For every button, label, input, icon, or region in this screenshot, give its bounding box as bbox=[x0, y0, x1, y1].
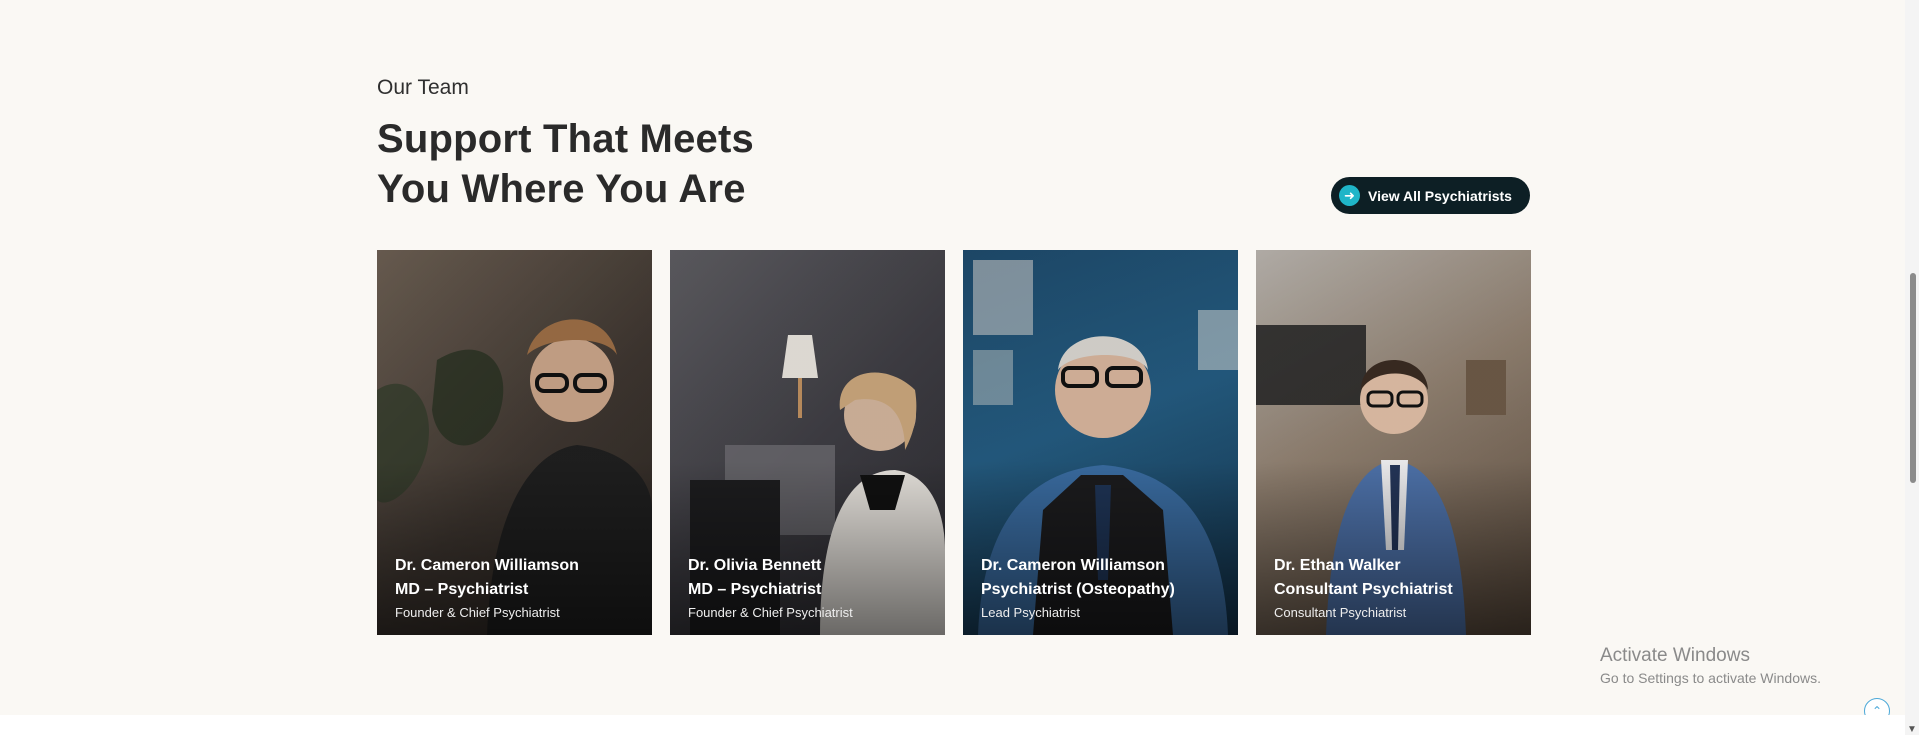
heading-line-1: Support That Meets bbox=[377, 117, 754, 161]
card-caption: Dr. Ethan Walker Consultant Psychiatrist… bbox=[1274, 554, 1453, 624]
team-section: Our Team Support That Meets You Where Yo… bbox=[377, 0, 1531, 715]
scrollbar-thumb[interactable] bbox=[1910, 273, 1916, 483]
team-cards: Dr. Cameron Williamson MD – Psychiatrist… bbox=[377, 250, 1531, 635]
windows-activation-watermark: Activate Windows Go to Settings to activ… bbox=[1600, 644, 1821, 688]
watermark-title: Activate Windows bbox=[1600, 645, 1750, 666]
card-caption: Dr. Olivia Bennett MD – Psychiatrist Fou… bbox=[688, 554, 853, 624]
next-section-edge bbox=[0, 715, 1905, 735]
doctor-name: Dr. Cameron Williamson bbox=[981, 557, 1165, 574]
section-eyebrow: Our Team bbox=[377, 76, 469, 99]
team-card[interactable]: Dr. Olivia Bennett MD – Psychiatrist Fou… bbox=[670, 250, 945, 635]
doctor-title: MD – Psychiatrist bbox=[688, 581, 822, 598]
doctor-name: Dr. Cameron Williamson bbox=[395, 557, 579, 574]
watermark-subtitle: Go to Settings to activate Windows. bbox=[1600, 670, 1821, 686]
doctor-role: Founder & Chief Psychiatrist bbox=[395, 605, 560, 620]
section-heading: Support That Meets You Where You Are bbox=[377, 114, 754, 214]
doctor-name: Dr. Olivia Bennett bbox=[688, 557, 822, 574]
scroll-down-arrow-icon[interactable]: ▼ bbox=[1907, 724, 1917, 735]
card-caption: Dr. Cameron Williamson Psychiatrist (Ost… bbox=[981, 554, 1175, 624]
arrow-right-icon: ➜ bbox=[1339, 185, 1360, 206]
card-caption: Dr. Cameron Williamson MD – Psychiatrist… bbox=[395, 554, 579, 624]
doctor-role: Lead Psychiatrist bbox=[981, 605, 1080, 620]
heading-line-2: You Where You Are bbox=[377, 167, 746, 211]
team-card[interactable]: Dr. Ethan Walker Consultant Psychiatrist… bbox=[1256, 250, 1531, 635]
cta-label: View All Psychiatrists bbox=[1368, 187, 1512, 204]
doctor-title: Consultant Psychiatrist bbox=[1274, 581, 1453, 598]
doctor-title: Psychiatrist (Osteopathy) bbox=[981, 581, 1175, 598]
page-scrollbar[interactable]: ▼ bbox=[1905, 0, 1919, 735]
doctor-name: Dr. Ethan Walker bbox=[1274, 557, 1401, 574]
team-card[interactable]: Dr. Cameron Williamson Psychiatrist (Ost… bbox=[963, 250, 1238, 635]
doctor-role: Founder & Chief Psychiatrist bbox=[688, 605, 853, 620]
doctor-role: Consultant Psychiatrist bbox=[1274, 605, 1407, 620]
view-all-psychiatrists-button[interactable]: ➜ View All Psychiatrists bbox=[1331, 177, 1530, 214]
doctor-title: MD – Psychiatrist bbox=[395, 581, 529, 598]
team-card[interactable]: Dr. Cameron Williamson MD – Psychiatrist… bbox=[377, 250, 652, 635]
